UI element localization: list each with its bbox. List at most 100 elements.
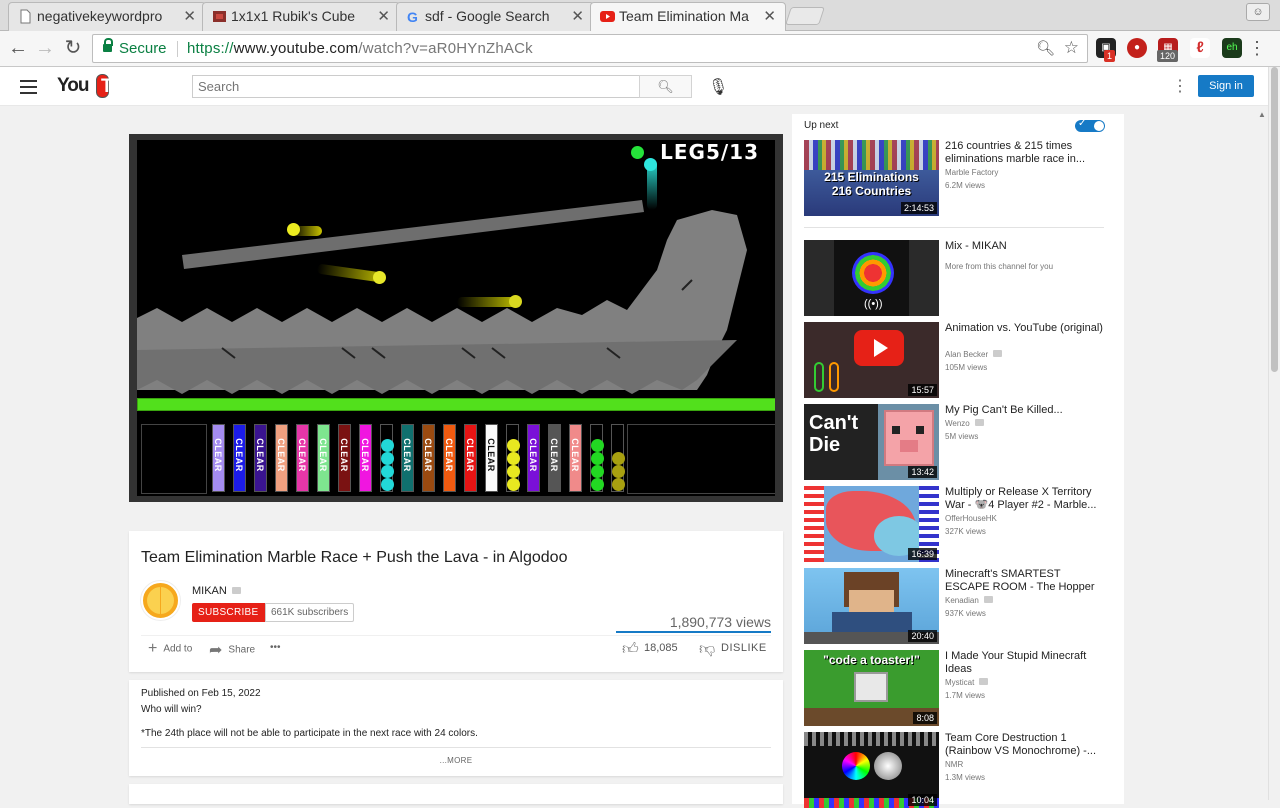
like-button[interactable]: 👍︎ [622,640,645,659]
channel-name-link[interactable]: MIKAN [192,585,241,597]
video-channel: Kenadian [945,596,993,605]
video-frame: LEG5/13 CLEAR CLEAR CLEAR CLEAR CLEAR CL… [137,140,775,496]
search-button[interactable]: 🔍︎ [639,75,692,98]
sign-in-button[interactable]: Sign in [1198,75,1254,97]
scroll-up-arrow-icon[interactable]: ▲ [1258,110,1266,119]
video-title[interactable]: Multiply or Release X Territory War - 🐨4… [945,486,1105,512]
video-item[interactable]: 10:04 Team Core Destruction 1 (Rainbow V… [804,732,1104,808]
show-more-button[interactable]: ...MORE [129,756,783,765]
tube: CLEAR [296,424,309,492]
video-item[interactable]: 215 Eliminations 216 Countries 2:14:53 2… [804,140,1104,216]
extension-icon[interactable]: ℓ [1190,38,1210,58]
address-bar[interactable]: Secure https://www.youtube.com/watch?v=a… [92,34,1088,63]
channel-avatar[interactable] [141,581,180,620]
back-icon[interactable]: ← [6,37,30,61]
up-next-label: Up next [804,120,839,131]
search-input[interactable] [192,75,640,98]
share-button[interactable]: ➦ Share [209,640,255,660]
channel-name: MIKAN [192,585,227,597]
video-thumbnail[interactable]: 215 Eliminations 216 Countries 2:14:53 [804,140,939,216]
video-thumbnail[interactable]: ((•)) [804,240,939,316]
video-thumbnail[interactable]: "code a toaster!" 8:08 [804,650,939,726]
forward-icon[interactable]: → [33,37,57,61]
video-views: 327K views [945,527,986,536]
video-title: Team Elimination Marble Race + Push the … [141,549,568,566]
video-views: 6.2M views [945,181,986,190]
tube: CLEAR [212,424,225,492]
microphone-icon[interactable]: 🎙︎ [708,77,728,97]
video-item[interactable]: 16:39 Multiply or Release X Territory Wa… [804,486,1104,562]
elimination-tubes: CLEAR CLEAR CLEAR CLEAR CLEAR CLEAR CLEA… [137,424,775,496]
video-thumbnail[interactable]: 10:04 [804,732,939,808]
video-title[interactable]: Mix - MIKAN [945,240,1105,253]
tab-team-elimination[interactable]: Team Elimination Ma ✕ [590,2,786,32]
video-channel: More from this channel for you [945,262,1054,271]
tab-title: Team Elimination Ma [619,8,749,24]
chrome-menu-icon[interactable]: ⋮ [1248,37,1266,59]
url-text[interactable]: https://www.youtube.com/watch?v=aR0HYnZh… [187,35,533,62]
video-item[interactable]: Can't Die 13:42 My Pig Can't Be Killed..… [804,404,1104,480]
profile-icon[interactable]: ☺ [1246,3,1270,21]
extension-icon[interactable]: ● [1127,38,1147,58]
plus-icon: + [148,640,158,657]
video-duration: 10:04 [908,794,937,806]
extension-icon[interactable]: eh [1222,38,1242,58]
published-date: Published on Feb 15, 2022 [141,688,261,699]
autoplay-toggle[interactable] [1075,118,1105,132]
video-item[interactable]: ((•)) Mix - MIKAN More from this channel… [804,240,1104,316]
video-duration: 13:42 [908,466,937,478]
subscribe-button[interactable]: SUBSCRIBE [192,603,265,622]
video-title[interactable]: Team Core Destruction 1 (Rainbow VS Mono… [945,732,1105,758]
reload-icon[interactable]: ↻ [61,37,85,61]
tube: CLEAR [485,424,498,492]
video-thumbnail[interactable]: 16:39 [804,486,939,562]
description-line: *The 24th place will not be able to part… [141,728,478,739]
tube: CLEAR [464,424,477,492]
video-title[interactable]: I Made Your Stupid Minecraft Ideas [945,650,1105,676]
secure-indicator[interactable]: Secure [103,35,167,62]
video-player[interactable]: LEG5/13 CLEAR CLEAR CLEAR CLEAR CLEAR CL… [129,134,783,502]
marble [631,146,644,159]
dislike-button[interactable]: 👎︎ [699,640,721,659]
video-title[interactable]: Minecraft's SMARTEST ESCAPE ROOM - The H… [945,568,1105,594]
like-count: 18,085 [644,642,678,654]
marble [287,223,300,236]
subscriber-count: 661K subscribers [265,603,355,622]
add-to-button[interactable]: + Add to [148,640,192,658]
divider [141,635,771,636]
tube: CLEAR [338,424,351,492]
video-thumbnail[interactable]: Can't Die 13:42 [804,404,939,480]
scrollbar-thumb[interactable] [1271,67,1278,372]
thumbnail-text: 215 Eliminations 216 Countries [824,170,919,198]
menu-icon[interactable] [20,80,37,98]
tab-negativekeyword[interactable]: negativekeywordpro ✕ [8,2,206,31]
video-channel: Mysticat [945,678,989,687]
close-icon[interactable]: ✕ [763,3,776,30]
close-icon[interactable]: ✕ [183,3,196,30]
browser-tab-strip: negativekeywordpro ✕ 1x1x1 Rubik's Cube … [0,0,1280,32]
zoom-icon[interactable]: 🔍︎ [1036,35,1055,62]
tab-rubiks-cube[interactable]: 1x1x1 Rubik's Cube ✕ [202,2,400,31]
close-icon[interactable]: ✕ [377,3,390,30]
new-tab-button[interactable] [785,7,825,25]
video-thumbnail[interactable]: 20:40 [804,568,939,644]
video-title[interactable]: 216 countries & 215 times eliminations m… [945,140,1105,166]
video-item[interactable]: 20:40 Minecraft's SMARTEST ESCAPE ROOM -… [804,568,1104,644]
tube [380,424,394,492]
video-thumbnail[interactable]: 15:57 [804,322,939,398]
more-options-icon[interactable]: ⋮ [1172,76,1188,96]
video-item[interactable]: "code a toaster!" 8:08 I Made Your Stupi… [804,650,1104,726]
page-scrollbar[interactable] [1268,67,1280,800]
tab-google-search[interactable]: G sdf - Google Search ✕ [396,2,594,31]
tube [506,424,520,492]
video-title[interactable]: My Pig Can't Be Killed... [945,404,1105,417]
bookmark-star-icon[interactable]: ☆ [1064,34,1079,61]
video-title[interactable]: Animation vs. YouTube (original) [945,322,1105,335]
marble [644,158,657,171]
divider [804,227,1104,228]
tube: CLEAR [422,424,435,492]
video-item[interactable]: 15:57 Animation vs. YouTube (original) A… [804,322,1104,398]
close-icon[interactable]: ✕ [571,3,584,30]
more-actions-button[interactable]: ••• [270,642,281,653]
verified-icon [979,678,989,685]
